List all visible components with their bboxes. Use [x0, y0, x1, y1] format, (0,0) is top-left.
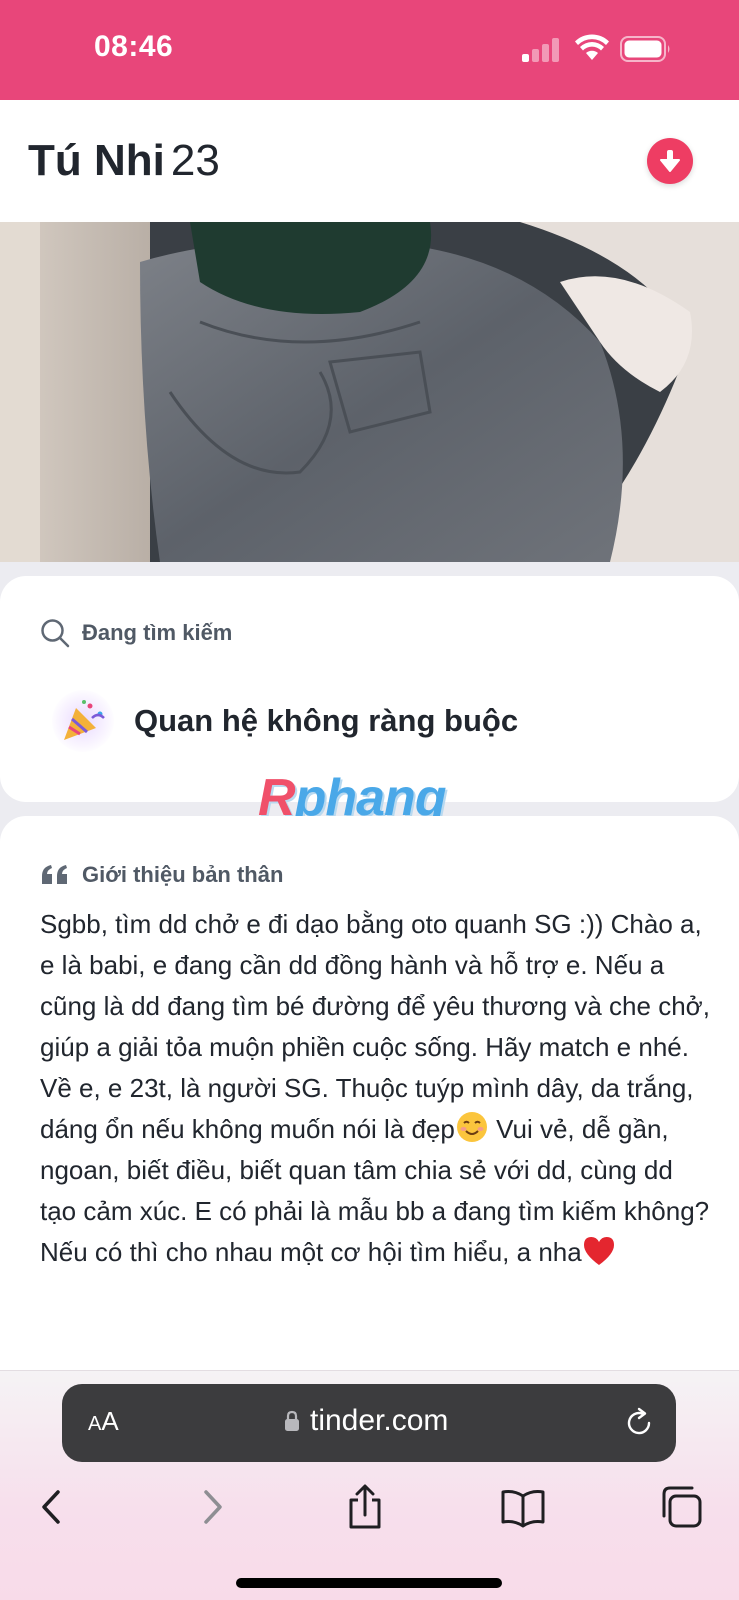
bookmarks-button[interactable]	[500, 1484, 546, 1530]
profile-age: 23	[170, 136, 220, 185]
profile-header: Tú Nhi 23	[0, 100, 739, 222]
looking-for-label: Đang tìm kiếm	[40, 618, 232, 648]
bio-label-text: Giới thiệu bản thân	[82, 862, 284, 887]
smiling-face-icon	[456, 1112, 487, 1142]
tabs-button[interactable]	[658, 1484, 704, 1530]
relationship-goal: Quan hệ không ràng buộc	[52, 690, 518, 752]
bio-text-part-1: Sgbb, tìm dd chở e đi dạo bằng oto quanh…	[40, 909, 710, 1144]
bio-text: Sgbb, tìm dd chở e đi dạo bằng oto quanh…	[40, 904, 710, 1273]
relationship-goal-text: Quan hệ không ràng buộc	[134, 703, 519, 738]
back-button[interactable]	[30, 1484, 76, 1530]
looking-for-label-text: Đang tìm kiếm	[82, 620, 233, 645]
profile-photo[interactable]	[0, 222, 739, 562]
cellular-signal-icon	[522, 38, 562, 62]
address-bar[interactable]: AA tinder.com	[62, 1384, 676, 1462]
url-text: tinder.com	[310, 1404, 449, 1437]
status-bar: 08:46	[0, 0, 739, 100]
wifi-icon	[575, 34, 609, 60]
text-size-large-label: A	[101, 1406, 119, 1436]
home-indicator	[236, 1578, 502, 1588]
quote-icon	[42, 865, 67, 884]
status-time: 08:46	[94, 30, 174, 63]
share-button[interactable]	[342, 1484, 388, 1530]
profile-name-line: Tú Nhi 23	[28, 136, 220, 186]
reload-icon[interactable]	[622, 1406, 656, 1440]
lock-icon	[285, 1410, 299, 1431]
profile-name: Tú Nhi	[28, 136, 165, 185]
party-popper-icon	[52, 690, 114, 752]
text-size-button[interactable]: AA	[88, 1406, 119, 1437]
text-size-small-label: A	[88, 1413, 102, 1435]
arrow-down-icon	[660, 150, 680, 172]
collapse-profile-button[interactable]	[647, 138, 693, 184]
url-field[interactable]: tinder.com	[284, 1404, 448, 1438]
bio-label: Giới thiệu bản thân	[40, 862, 283, 888]
forward-button[interactable]	[188, 1484, 234, 1530]
search-icon	[41, 619, 70, 648]
profile-photo-image	[0, 222, 739, 562]
battery-icon	[620, 36, 670, 62]
red-heart-icon	[583, 1237, 614, 1265]
